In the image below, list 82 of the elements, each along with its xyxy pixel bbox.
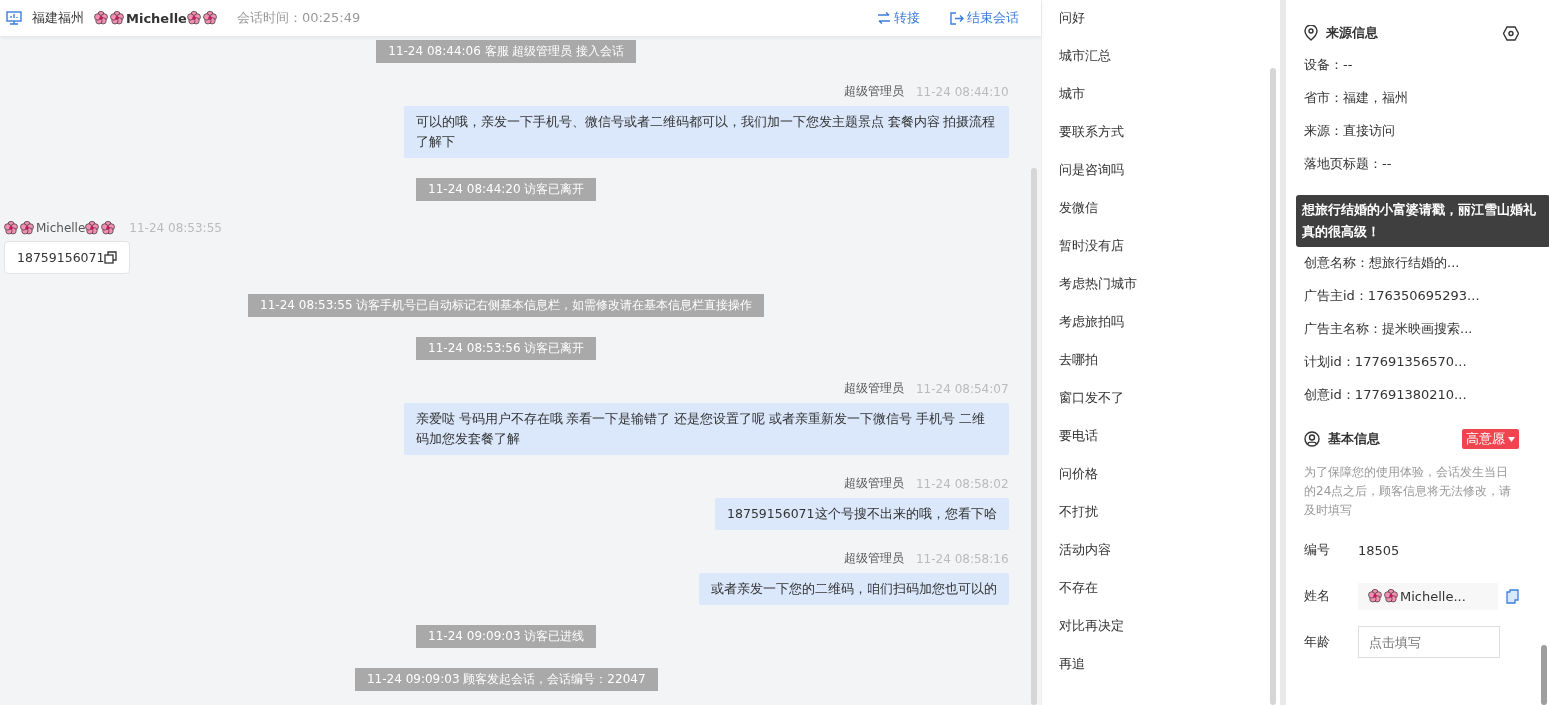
location-text: 福建福州 xyxy=(32,9,84,27)
system-message: 11-24 08:44:06 客服 超级管理员 接入会话 xyxy=(376,40,637,63)
transfer-link[interactable]: 转接 xyxy=(876,9,920,27)
info-row: 广告主id：176350695293... xyxy=(1304,288,1480,303)
info-row: 落地页标题：-- xyxy=(1304,156,1392,171)
copy-icon[interactable] xyxy=(104,251,118,264)
sender-name: 超级管理员 xyxy=(843,380,904,397)
exit-icon xyxy=(949,11,964,25)
sender-name: 超级管理员 xyxy=(843,83,904,100)
quick-reply-item[interactable]: 去哪拍 xyxy=(1058,352,1098,367)
flower-icon xyxy=(1384,589,1398,603)
quick-reply-item[interactable]: 问是咨询吗 xyxy=(1058,162,1124,177)
visitor-name: Michelle xyxy=(126,10,187,26)
info-row: 计划id：177691356570... xyxy=(1304,354,1467,369)
quick-reply-item[interactable]: 要电话 xyxy=(1058,428,1098,443)
quick-reply-item[interactable]: 考虑热门城市 xyxy=(1058,276,1137,291)
tooltip: 想旅行结婚的小富婆请戳，丽江雪山婚礼真的很高级！ xyxy=(1296,195,1549,247)
message-bubble: 亲爱哒 号码用户不存在哦 亲看一下是输错了 还是您设置了呢 或者亲重新发一下微信号 手机号 二维码加您发套餐了解 xyxy=(403,403,1009,455)
system-message: 11-24 09:09:03 访客已进线 xyxy=(416,625,597,648)
field-label: 编号 xyxy=(1304,541,1331,559)
end-session-link[interactable]: 结束会话 xyxy=(949,9,1019,27)
quick-reply-item[interactable]: 要联系方式 xyxy=(1058,124,1124,139)
user-icon xyxy=(1304,431,1320,447)
message-time: 11-24 08:54:07 xyxy=(915,381,1009,396)
quick-reply-item[interactable]: 暂时没有店 xyxy=(1058,238,1124,253)
location-pin-icon xyxy=(1304,25,1318,41)
flower-icon xyxy=(202,11,217,25)
field-label: 年龄 xyxy=(1304,633,1331,651)
flower-icon xyxy=(94,11,108,25)
message-time: 11-24 08:53:55 xyxy=(129,221,222,235)
message-time: 11-24 08:58:16 xyxy=(915,551,1009,566)
flower-icon xyxy=(101,221,116,235)
info-row: 创意id：177691380210... xyxy=(1304,387,1467,402)
notice-text: 为了保障您的使用体验，会话发生当日的24点之后，顾客信息将无法修改，请及时填写 xyxy=(1304,464,1513,519)
info-row: 创意名称：想旅行结婚的... xyxy=(1304,255,1460,270)
message-bubble: 可以的哦，亲发一下手机号、微信号或者二维码都可以，我们加一下您发主题景点 套餐内容 拍摄流程了解下 xyxy=(403,106,1009,158)
quick-reply-item[interactable]: 发微信 xyxy=(1058,200,1098,215)
caret-icon xyxy=(1508,436,1515,442)
quick-reply-item[interactable]: 不打扰 xyxy=(1058,504,1098,519)
flower-icon xyxy=(4,221,18,235)
system-message: 11-24 09:09:03 顾客发起会话，会话编号：22047 xyxy=(354,668,658,691)
age-input[interactable]: 点击填写 xyxy=(1358,626,1500,658)
section-title: 基本信息 xyxy=(1328,430,1380,448)
flower-icon xyxy=(85,221,100,235)
quick-reply-item[interactable]: 问好 xyxy=(1058,10,1085,25)
flower-icon xyxy=(186,11,201,25)
field-value: 18505 xyxy=(1358,542,1400,558)
quick-reply-item[interactable]: 不存在 xyxy=(1058,580,1098,595)
quick-reply-item[interactable]: 对比再决定 xyxy=(1058,618,1124,633)
info-row: 设备：-- xyxy=(1304,57,1353,72)
system-message: 11-24 08:53:56 访客已离开 xyxy=(416,337,597,360)
flower-icon xyxy=(20,221,34,235)
flower-icon xyxy=(110,11,124,25)
info-row: 来源：直接访问 xyxy=(1304,123,1395,138)
message-bubble: 或者亲发一下您的二维码，咱们扫码加您也可以的 xyxy=(698,573,1009,605)
info-row: 广告主名称：提米映画搜索... xyxy=(1304,321,1473,336)
intent-dropdown[interactable]: 高意愿 xyxy=(1462,429,1519,449)
info-row: 省市：福建，福州 xyxy=(1304,90,1408,105)
name-field[interactable]: Michelle... xyxy=(1358,582,1498,610)
monitor-icon xyxy=(6,11,22,25)
sender-name: 超级管理员 xyxy=(843,550,904,567)
message-time: 11-24 08:44:10 xyxy=(915,84,1009,99)
system-message: 11-24 08:44:20 访客已离开 xyxy=(416,178,597,201)
system-message: 11-24 08:53:55 访客手机号已自动标记右侧基本信息栏，如需修改请在基本信息栏直接操作 xyxy=(248,294,765,317)
sender-name: Michelle xyxy=(36,221,86,235)
section-title: 来源信息 xyxy=(1326,24,1378,42)
quick-reply-item[interactable]: 窗口发不了 xyxy=(1058,390,1124,405)
quick-reply-item[interactable]: 城市汇总 xyxy=(1058,48,1111,63)
message-time: 11-24 08:58:02 xyxy=(915,476,1009,491)
quick-reply-item[interactable]: 考虑旅拍吗 xyxy=(1058,314,1124,329)
field-label: 姓名 xyxy=(1304,587,1331,605)
session-duration: 会话时间：00:25:49 xyxy=(236,9,361,27)
message-bubble: 18759156071这个号搜不出来的哦，您看下哈 xyxy=(715,498,1009,530)
sender-name: 超级管理员 xyxy=(843,475,904,492)
settings-icon[interactable] xyxy=(1503,25,1519,41)
quick-reply-item[interactable]: 活动内容 xyxy=(1058,542,1111,557)
flower-icon xyxy=(1368,589,1382,603)
message-bubble: 18759156071 xyxy=(4,241,131,274)
swap-icon xyxy=(876,12,891,24)
quick-reply-item[interactable]: 问价格 xyxy=(1058,466,1098,481)
quick-reply-item[interactable]: 再追 xyxy=(1058,656,1085,671)
quick-reply-item[interactable]: 城市 xyxy=(1058,86,1085,101)
